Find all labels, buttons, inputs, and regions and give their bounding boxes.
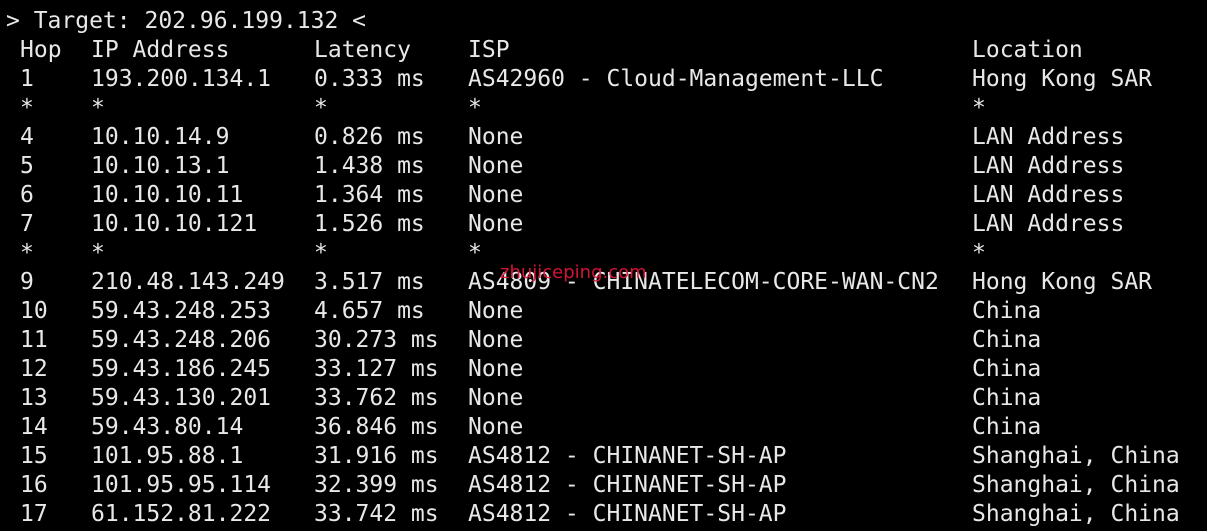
hop-latency: 33.742 ms <box>314 501 439 527</box>
hop-ip: * <box>91 240 105 266</box>
hop-location: China <box>972 298 1042 324</box>
hop-ip: 10.10.14.9 <box>91 124 230 150</box>
hop-location: China <box>972 327 1042 353</box>
hop-location: LAN Address <box>972 182 1125 208</box>
hop-location: China <box>972 385 1042 411</box>
hop-location: Shanghai, China <box>972 443 1180 469</box>
hop-ip: 61.152.81.222 <box>91 501 272 527</box>
hop-number: 15 <box>20 443 48 469</box>
hop-location: Hong Kong SAR <box>972 66 1153 92</box>
hop-isp: None <box>468 182 524 208</box>
hop-location: * <box>972 240 986 266</box>
hop-number: * <box>20 95 34 121</box>
hop-latency: 33.762 ms <box>314 385 439 411</box>
hop-isp: None <box>468 153 524 179</box>
hop-latency: * <box>314 95 328 121</box>
hop-location: LAN Address <box>972 153 1125 179</box>
hop-number: 7 <box>20 211 34 237</box>
hop-isp: None <box>468 298 524 324</box>
hop-isp: None <box>468 327 524 353</box>
hop-latency: 4.657 ms <box>314 298 425 324</box>
hop-number: 11 <box>20 327 48 353</box>
hop-latency: 1.364 ms <box>314 182 425 208</box>
hop-number: 1 <box>20 66 34 92</box>
hop-number: 13 <box>20 385 48 411</box>
hop-latency: 0.826 ms <box>314 124 425 150</box>
hop-ip: 59.43.80.14 <box>91 414 244 440</box>
hop-number: 6 <box>20 182 34 208</box>
hop-ip: 210.48.143.249 <box>91 269 285 295</box>
header-hop: Hop <box>20 37 62 63</box>
hop-location: LAN Address <box>972 211 1125 237</box>
header-location: Location <box>972 37 1083 63</box>
hop-number: * <box>20 240 34 266</box>
hop-number: 16 <box>20 472 48 498</box>
header-latency: Latency <box>314 37 411 63</box>
hop-ip: * <box>91 95 105 121</box>
hop-latency: 32.399 ms <box>314 472 439 498</box>
hop-ip: 193.200.134.1 <box>91 66 272 92</box>
hop-number: 9 <box>20 269 34 295</box>
hop-isp: AS4812 - CHINANET-SH-AP <box>468 472 787 498</box>
hop-isp: None <box>468 414 524 440</box>
hop-isp: None <box>468 356 524 382</box>
hop-location: Shanghai, China <box>972 472 1180 498</box>
hop-location: China <box>972 356 1042 382</box>
header-isp: ISP <box>468 37 510 63</box>
hop-location: Shanghai, China <box>972 501 1180 527</box>
hop-latency: 30.273 ms <box>314 327 439 353</box>
hop-ip: 101.95.95.114 <box>91 472 272 498</box>
hop-latency: 1.526 ms <box>314 211 425 237</box>
hop-location: Hong Kong SAR <box>972 269 1153 295</box>
hop-latency: 1.438 ms <box>314 153 425 179</box>
hop-number: 10 <box>20 298 48 324</box>
hop-number: 17 <box>20 501 48 527</box>
watermark-text: zhujiceping.com <box>500 262 647 283</box>
hop-isp: AS42960 - Cloud-Management-LLC <box>468 66 884 92</box>
table-header: Hop IP Address Latency ISP Location <box>0 36 1083 65</box>
hop-ip: 59.43.130.201 <box>91 385 272 411</box>
hop-latency: 36.846 ms <box>314 414 439 440</box>
hop-isp: None <box>468 385 524 411</box>
header-ip: IP Address <box>91 37 230 63</box>
target-line: > Target: 202.96.199.132 < <box>6 8 367 34</box>
hop-number: 14 <box>20 414 48 440</box>
hop-number: 5 <box>20 153 34 179</box>
hop-isp: AS4812 - CHINANET-SH-AP <box>468 501 787 527</box>
hop-isp: AS4812 - CHINANET-SH-AP <box>468 443 787 469</box>
hop-isp: None <box>468 124 524 150</box>
hop-ip: 10.10.10.11 <box>91 182 244 208</box>
terminal-output: > Target: 202.96.199.132 < Hop IP Addres… <box>0 0 1207 531</box>
hop-latency: 0.333 ms <box>314 66 425 92</box>
hop-location: LAN Address <box>972 124 1125 150</box>
hop-location: China <box>972 414 1042 440</box>
hop-isp: None <box>468 211 524 237</box>
hop-isp: * <box>468 95 482 121</box>
hop-location: * <box>972 95 986 121</box>
hop-ip: 59.43.186.245 <box>91 356 272 382</box>
hop-ip: 59.43.248.206 <box>91 327 272 353</box>
hop-latency: 31.916 ms <box>314 443 439 469</box>
hop-ip: 101.95.88.1 <box>91 443 244 469</box>
hop-latency: 33.127 ms <box>314 356 439 382</box>
hop-isp: * <box>468 240 482 266</box>
hop-latency: * <box>314 240 328 266</box>
hop-number: 12 <box>20 356 48 382</box>
hop-ip: 10.10.13.1 <box>91 153 230 179</box>
hop-ip: 10.10.10.121 <box>91 211 258 237</box>
hop-number: 4 <box>20 124 34 150</box>
hop-ip: 59.43.248.253 <box>91 298 272 324</box>
hop-latency: 3.517 ms <box>314 269 425 295</box>
